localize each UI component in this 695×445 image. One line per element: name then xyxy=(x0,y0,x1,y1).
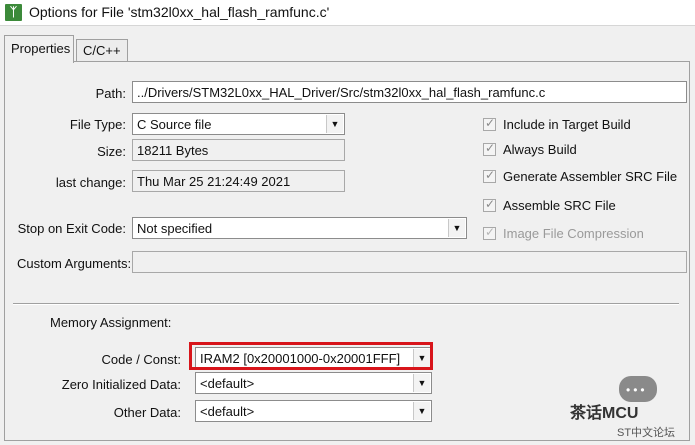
image-compression-checkbox: ✓ Image File Compression xyxy=(483,225,644,241)
chevron-down-icon[interactable]: ▼ xyxy=(448,219,465,237)
checkbox-label: Image File Compression xyxy=(503,226,644,241)
keil-app-icon: ᛉ xyxy=(5,4,22,21)
checkbox-label: Assemble SRC File xyxy=(503,198,616,213)
checkbox-icon[interactable]: ✓ xyxy=(483,141,496,157)
checkbox-icon: ✓ xyxy=(483,225,496,241)
file-type-label: File Type: xyxy=(69,117,126,132)
path-label: Path: xyxy=(95,86,126,101)
file-type-dropdown[interactable]: C Source file ▼ xyxy=(132,113,345,135)
checkbox-icon[interactable]: ✓ xyxy=(483,116,496,132)
path-field[interactable]: ../Drivers/STM32L0xx_HAL_Driver/Src/stm3… xyxy=(132,81,687,103)
chevron-down-icon[interactable]: ▼ xyxy=(413,374,430,392)
code-const-label: Code / Const: xyxy=(101,352,182,367)
always-build-checkbox[interactable]: ✓ Always Build xyxy=(483,141,577,157)
zero-init-dropdown[interactable]: <default> ▼ xyxy=(195,372,432,394)
size-label: Size: xyxy=(97,144,126,159)
checkbox-label: Include in Target Build xyxy=(503,117,631,132)
window-title: Options for File 'stm32l0xx_hal_flash_ra… xyxy=(29,4,330,20)
file-type-value: C Source file xyxy=(137,117,212,132)
stop-on-exit-dropdown[interactable]: Not specified ▼ xyxy=(132,217,467,239)
tab-c-cpp[interactable]: C/C++ xyxy=(76,39,128,61)
title-bar: ᛉ Options for File 'stm32l0xx_hal_flash_… xyxy=(0,0,695,26)
custom-args-field[interactable] xyxy=(132,251,687,273)
custom-args-label: Custom Arguments: xyxy=(17,256,132,271)
zero-init-label: Zero Initialized Data: xyxy=(61,377,181,392)
other-data-label: Other Data: xyxy=(113,405,181,420)
memory-heading: Memory Assignment: xyxy=(50,315,172,330)
chevron-down-icon[interactable]: ▼ xyxy=(326,115,343,133)
checkbox-label: Always Build xyxy=(503,142,577,157)
last-change-field: Thu Mar 25 21:24:49 2021 xyxy=(132,170,345,192)
checkbox-icon[interactable]: ✓ xyxy=(483,168,496,184)
checkbox-icon[interactable]: ✓ xyxy=(483,197,496,213)
watermark-title: 茶话MCU xyxy=(570,405,639,422)
zero-init-value: <default> xyxy=(200,376,255,391)
stop-on-exit-label: Stop on Exit Code: xyxy=(17,221,126,236)
divider xyxy=(13,303,679,305)
watermark-subtitle: ST中文论坛 xyxy=(617,427,676,439)
code-const-highlight-box xyxy=(189,342,433,370)
tab-properties[interactable]: Properties xyxy=(4,35,74,63)
checkbox-label: Generate Assembler SRC File xyxy=(503,169,678,184)
stop-on-exit-value: Not specified xyxy=(137,221,213,236)
generate-asm-src-checkbox[interactable]: ✓ Generate Assembler SRC File xyxy=(483,168,678,184)
assemble-src-checkbox[interactable]: ✓ Assemble SRC File xyxy=(483,197,616,213)
last-change-label: last change: xyxy=(55,175,126,190)
other-data-dropdown[interactable]: <default> ▼ xyxy=(195,400,432,422)
other-data-value: <default> xyxy=(200,404,255,419)
include-target-build-checkbox[interactable]: ✓ Include in Target Build xyxy=(483,116,631,132)
properties-panel: Path: ../Drivers/STM32L0xx_HAL_Driver/Sr… xyxy=(4,61,690,441)
chevron-down-icon[interactable]: ▼ xyxy=(413,402,430,420)
size-field: 18211 Bytes xyxy=(132,139,345,161)
